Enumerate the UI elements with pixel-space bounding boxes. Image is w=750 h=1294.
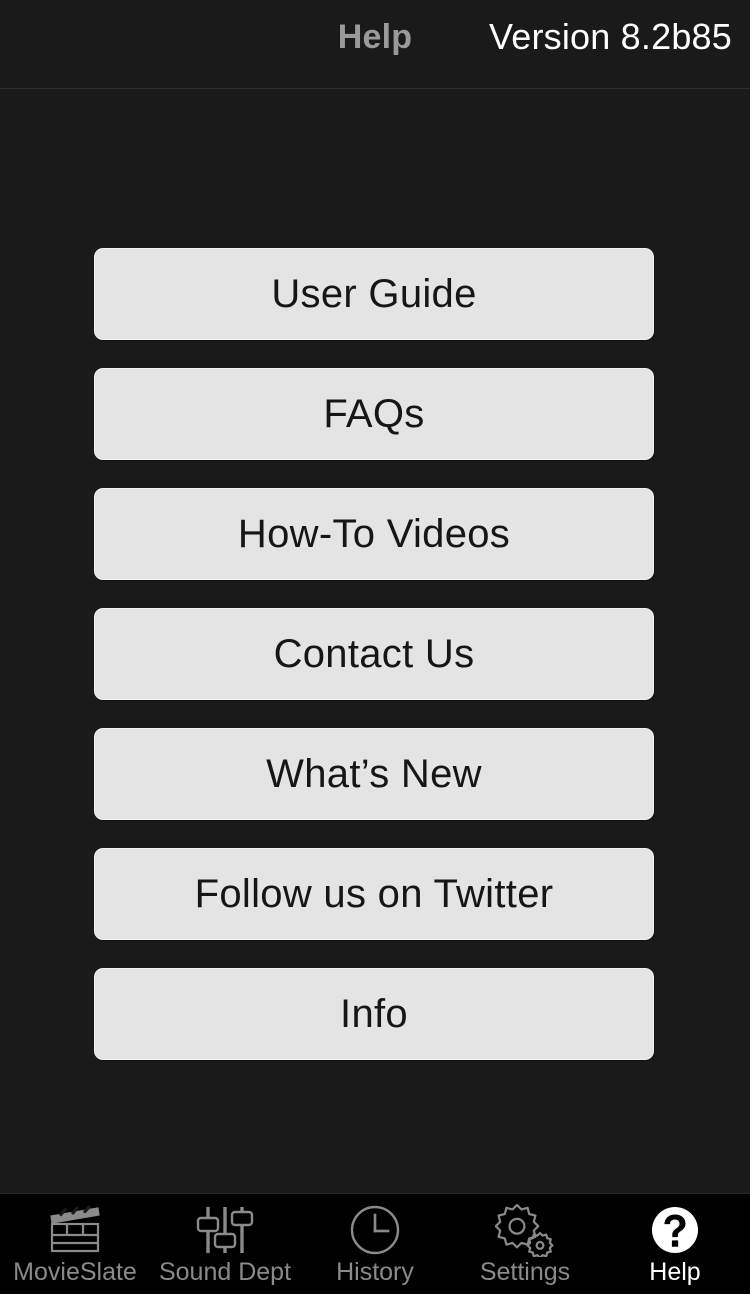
gears-icon: [490, 1202, 560, 1258]
sliders-icon: [190, 1202, 260, 1258]
tab-settings[interactable]: Settings: [450, 1194, 600, 1294]
menu-button-label: Follow us on Twitter: [194, 872, 554, 916]
menu-button-label: Contact Us: [273, 632, 475, 676]
header-bar: Help Version 8.2b85: [0, 0, 750, 89]
tab-sound-dept[interactable]: Sound Dept: [150, 1194, 300, 1294]
version-label: Version 8.2b85: [489, 16, 732, 57]
menu-button-label: How-To Videos: [237, 512, 511, 556]
help-menu-list: User Guide FAQs How-To Videos Contact Us…: [94, 248, 654, 1060]
menu-button-label: What’s New: [266, 752, 482, 796]
clock-icon: [340, 1202, 410, 1258]
tab-history[interactable]: History: [300, 1194, 450, 1294]
menu-button-label: FAQs: [323, 392, 425, 436]
menu-button-follow-us-on-twitter[interactable]: Follow us on Twitter: [94, 848, 654, 940]
clapperboard-icon: [40, 1202, 110, 1258]
tab-label: Sound Dept: [158, 1258, 292, 1286]
menu-button-info[interactable]: Info: [94, 968, 654, 1060]
tab-label: Settings: [479, 1258, 571, 1286]
tab-bar: MovieSlate Sound Dept History Settings H…: [0, 1193, 750, 1294]
tab-label: History: [336, 1258, 414, 1286]
menu-button-label: Info: [340, 992, 408, 1036]
tab-label: Help: [649, 1258, 701, 1286]
tab-help[interactable]: Help: [600, 1194, 750, 1294]
menu-button-label: User Guide: [271, 272, 477, 316]
menu-button-whats-new[interactable]: What’s New: [94, 728, 654, 820]
app-screen: Help Version 8.2b85 User Guide FAQs How-…: [0, 0, 750, 1294]
tab-label: MovieSlate: [13, 1258, 137, 1286]
menu-button-how-to-videos[interactable]: How-To Videos: [94, 488, 654, 580]
menu-button-faqs[interactable]: FAQs: [94, 368, 654, 460]
question-circle-icon: [640, 1202, 710, 1258]
menu-button-contact-us[interactable]: Contact Us: [94, 608, 654, 700]
menu-button-user-guide[interactable]: User Guide: [94, 248, 654, 340]
tab-movieslate[interactable]: MovieSlate: [0, 1194, 150, 1294]
